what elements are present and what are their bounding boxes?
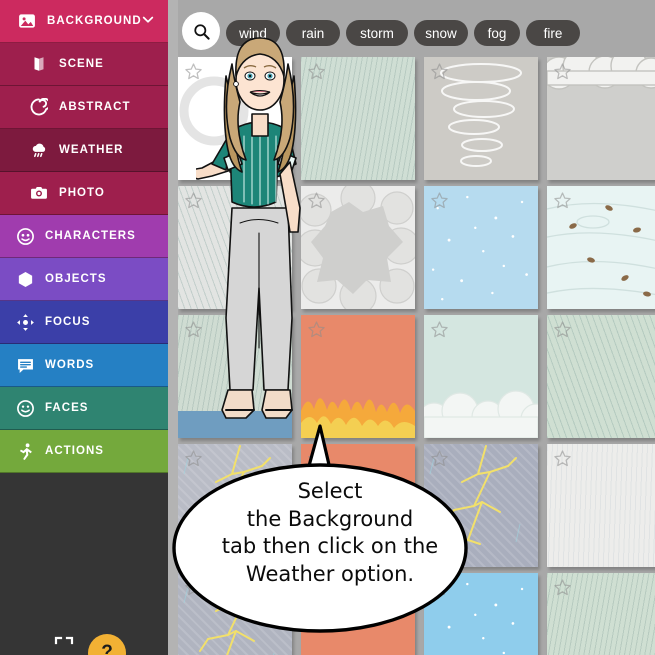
background-tile[interactable]: [424, 186, 538, 309]
star-outline-icon[interactable]: [553, 320, 572, 339]
cloud-rain-icon: [22, 141, 56, 159]
sidebar-item-characters[interactable]: CHARACTERS: [0, 215, 168, 258]
instruction-text: Select the Background tab then click on th…: [190, 478, 470, 589]
sidebar-subitem-photo[interactable]: PHOTO: [0, 172, 168, 215]
move-arrows-icon: [8, 313, 42, 332]
filter-chip-fog[interactable]: fog: [474, 20, 520, 46]
background-tile[interactable]: [424, 57, 538, 180]
star-outline-icon[interactable]: [430, 191, 449, 210]
chevron-down-icon[interactable]: [140, 12, 156, 31]
sidebar-item-label: WORDS: [45, 359, 95, 371]
hexagon-icon: [8, 270, 42, 289]
sidebar-subitem-label: SCENE: [59, 58, 104, 70]
chevron-down-icon: [142, 16, 154, 23]
sidebar-item-label: FACES: [45, 402, 89, 414]
sidebar-subitem-label: ABSTRACT: [59, 101, 131, 113]
female-presenter-avatar: [185, 18, 326, 438]
star-outline-icon[interactable]: [553, 578, 572, 597]
filter-chip-fire[interactable]: fire: [526, 20, 580, 46]
sidebar-item-focus[interactable]: FOCUS: [0, 301, 168, 344]
sidebar-item-words[interactable]: WORDS: [0, 344, 168, 387]
sidebar-subitem-abstract[interactable]: ABSTRACT: [0, 86, 168, 129]
book-icon: [34, 57, 44, 71]
sidebar-item-background[interactable]: BACKGROUND: [0, 0, 168, 43]
cloud-rain-icon: [32, 143, 46, 158]
sidebar-subitem-scene[interactable]: SCENE: [0, 43, 168, 86]
background-tile[interactable]: [547, 57, 655, 180]
spiral-icon: [22, 98, 56, 116]
sidebar-subitem-label: PHOTO: [59, 187, 105, 199]
filter-chip-snow[interactable]: snow: [414, 20, 468, 46]
smiley-icon: [8, 399, 42, 418]
instruction-line: the Background: [246, 506, 414, 531]
star-outline-icon[interactable]: [430, 320, 449, 339]
instruction-line: tab then click on the: [221, 534, 439, 559]
sidebar-item-objects[interactable]: OBJECTS: [0, 258, 168, 301]
sidebar-item-actions[interactable]: ACTIONS: [0, 430, 168, 473]
star-outline-icon[interactable]: [553, 191, 572, 210]
camera-icon: [22, 184, 56, 202]
sidebar-item-faces[interactable]: FACES: [0, 387, 168, 430]
hexagon-icon: [18, 271, 32, 287]
book-icon: [22, 55, 56, 73]
camera-icon: [31, 187, 47, 199]
runner-icon: [19, 442, 32, 460]
spiral-icon: [30, 98, 48, 116]
background-tile[interactable]: [547, 186, 655, 309]
runner-icon: [8, 442, 42, 461]
category-sidebar: BACKGROUND SCENE ABSTRACT WEATHER PHOTO CHARA…: [0, 0, 168, 655]
sidebar-item-label: CHARACTERS: [45, 230, 136, 242]
instruction-line: Weather option.: [245, 562, 415, 587]
speech-lines-icon: [8, 356, 42, 375]
help-label: ?: [101, 642, 113, 655]
sidebar-item-label: ACTIONS: [45, 445, 104, 457]
move-arrows-icon: [16, 313, 34, 331]
image-icon: [19, 14, 35, 28]
fullscreen-icon: [54, 636, 74, 645]
star-outline-icon[interactable]: [553, 449, 572, 468]
sidebar-subitem-label: WEATHER: [59, 144, 124, 156]
background-tile[interactable]: [547, 444, 655, 567]
sidebar-item-label: BACKGROUND: [47, 15, 142, 27]
fullscreen-button[interactable]: [54, 636, 74, 652]
face-circle-icon: [8, 227, 42, 246]
sidebar-subitem-weather[interactable]: WEATHER: [0, 129, 168, 172]
filter-chip-storm[interactable]: storm: [346, 20, 408, 46]
background-tile[interactable]: [547, 315, 655, 438]
sidebar-item-label: FOCUS: [45, 316, 91, 328]
instruction-line: Select: [297, 479, 363, 503]
speech-lines-icon: [17, 358, 33, 373]
star-outline-icon[interactable]: [430, 62, 449, 81]
sidebar-item-label: OBJECTS: [45, 273, 107, 285]
star-outline-icon[interactable]: [553, 62, 572, 81]
image-icon: [10, 11, 44, 31]
face-circle-icon: [16, 227, 34, 245]
background-tile[interactable]: [547, 573, 655, 655]
smiley-icon: [16, 399, 34, 417]
app-stage: wind rain storm snow fog fire BACKGROUND SCENE…: [0, 0, 655, 655]
